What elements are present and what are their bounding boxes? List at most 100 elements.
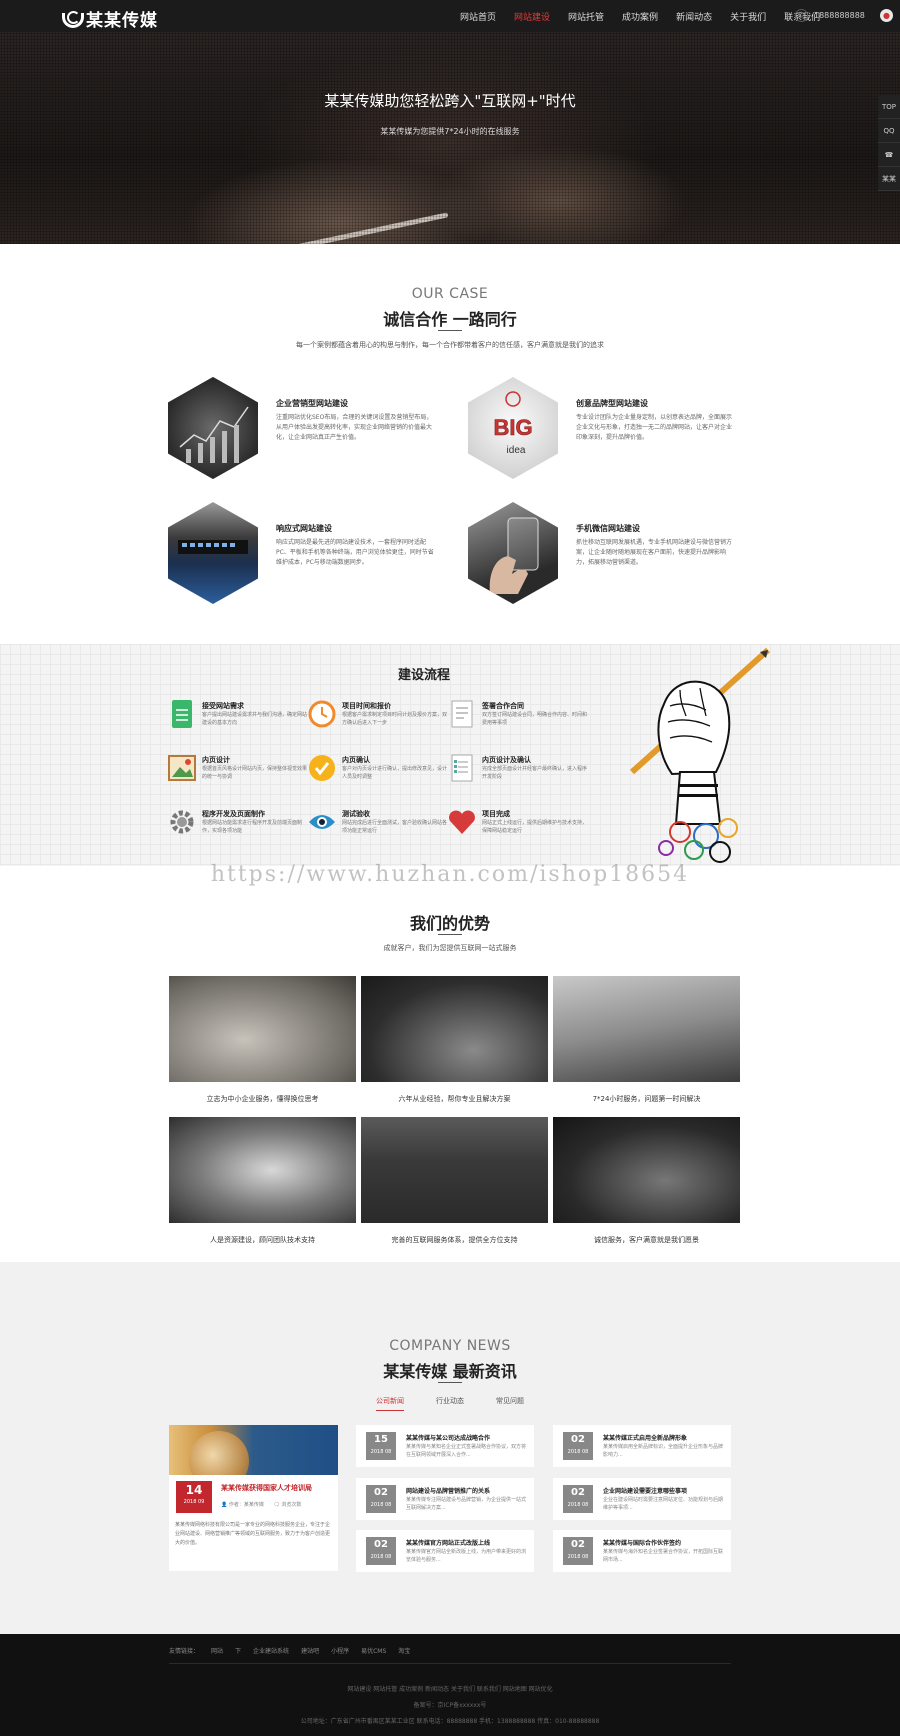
- advantage-image: [361, 976, 548, 1082]
- footer-divider: [169, 1663, 731, 1664]
- process-step: 签署合作合同 双方签订网站建设合同，明确合作内容、时间和费用等事项: [448, 700, 588, 740]
- footer-icp: 备案号：京ICP备xxxxxx号: [413, 1702, 487, 1709]
- advantages-subtitle: 成就客户，我们为您提供互联网一站式服务: [383, 944, 517, 952]
- friend-link[interactable]: 建站吧: [301, 1646, 319, 1655]
- views-icon: 🗨: [273, 1502, 280, 1508]
- section-divider: [438, 1382, 462, 1383]
- svg-text:BIG: BIG: [493, 415, 532, 440]
- case-desc: 注重网站优化SEO布局，合理的关键词设置及营销型布局，从用户体验出发提高转化率，…: [276, 414, 433, 441]
- case-card[interactable]: 响应式网站建设 响应式网站是最先进的网站建设技术，一套程序同时适配PC、平板和手…: [168, 502, 458, 612]
- chart-icon: [168, 377, 258, 479]
- date-year-month: 2018 08: [370, 1554, 392, 1560]
- tab-company-news[interactable]: 公司新闻: [376, 1396, 404, 1411]
- phone-icon[interactable]: ☎: [878, 143, 900, 167]
- nav-item-home[interactable]: 网站首页: [460, 10, 496, 23]
- checklist-icon: [448, 754, 476, 782]
- news-item[interactable]: 02 2018 08 某某传媒与国际合作伙伴签约 某某传媒与海外知名企业签署合作协…: [553, 1530, 731, 1572]
- case-title: 创意品牌型网站建设: [576, 399, 648, 408]
- process-step: 项目完成 网站正式上线运行，提供后期维护与技术支持，保障网站稳定运行: [448, 808, 588, 848]
- advantages-title: 我们的优势: [409, 914, 490, 933]
- nav-item-hosting[interactable]: 网站托管: [568, 10, 604, 23]
- process-section: 建设流程 接受网站需求 客户提出网站建设需求并与我们沟通，确定网站建设的基本方向…: [0, 644, 900, 866]
- date-day: 02: [571, 1539, 585, 1550]
- advantage-card[interactable]: 诚信服务，客户满意就是我们愿景: [553, 1117, 740, 1245]
- advantage-caption: 人是资源建设，顾问团队技术支持: [210, 1236, 315, 1244]
- nav-item-cases[interactable]: 成功案例: [622, 10, 658, 23]
- process-step-name: 内页设计: [202, 756, 230, 764]
- section-divider: [438, 330, 462, 331]
- news-item[interactable]: 02 2018 08 某某传媒官方网站正式改版上线 某某传媒官方网站全新改版上线，…: [356, 1530, 534, 1572]
- nav-item-about[interactable]: 关于我们: [730, 10, 766, 23]
- featured-news[interactable]: 14 2018 09 某某传媒获得国家人才培训局 👤 作者：某某传媒 🗨 浏览次…: [169, 1425, 338, 1571]
- friend-links-label: 友情链接：: [169, 1648, 200, 1655]
- phone-number: 1888888888: [814, 11, 865, 20]
- tab-faq[interactable]: 常见问题: [496, 1396, 524, 1411]
- case-section-subtitle: 每一个案例都蕴含着用心的构思与制作，每一个合作都带着客户的信任感，客户满意就是我…: [296, 341, 604, 349]
- document-icon: [168, 700, 196, 728]
- news-item[interactable]: 02 2018 08 某某传媒正式启用全新品牌形象 某某传媒启用全新品牌标识，全面…: [553, 1425, 731, 1467]
- friend-link[interactable]: 小程序: [331, 1646, 349, 1655]
- case-title: 响应式网站建设: [276, 524, 332, 533]
- news-section: COMPANY NEWS 某某传媒 最新资讯 公司新闻 行业动态 常见问题 14…: [0, 1262, 900, 1634]
- nav-item-website-build[interactable]: 网站建设: [514, 10, 550, 23]
- header-phone: ✆ 1888888888: [795, 9, 865, 22]
- date-day: 15: [374, 1434, 388, 1445]
- advantage-card[interactable]: 六年从业经验，帮你专业且解决方案: [361, 976, 548, 1104]
- logo-icon: [62, 10, 84, 28]
- news-tabs: 公司新闻 行业动态 常见问题: [0, 1396, 900, 1411]
- gear-icon: [168, 808, 196, 836]
- big-idea-icon: BIG idea: [468, 377, 558, 479]
- advantage-card[interactable]: 立志为中小企业服务，懂得换位思考: [169, 976, 356, 1104]
- case-title: 手机微信网站建设: [576, 524, 640, 533]
- case-title: 企业营销型网站建设: [276, 399, 348, 408]
- friend-link[interactable]: 网站: [211, 1646, 223, 1655]
- date-year-month: 2018 08: [370, 1449, 392, 1455]
- process-step-name: 程序开发及页面制作: [202, 810, 265, 818]
- check-badge-icon: [308, 754, 336, 782]
- process-step-name: 项目时间和报价: [342, 702, 391, 710]
- case-card[interactable]: 手机微信网站建设 抓住移动互联网发展机遇，专业手机网站建设与微信营销方案，让企业…: [468, 502, 758, 612]
- case-card[interactable]: BIG idea 创意品牌型网站建设 专业设计团队为企业量身定制，以创意表达品牌，…: [468, 377, 758, 487]
- banner-title: 某某传媒助您轻松跨入"互联网+"时代: [324, 92, 576, 110]
- process-step: 测试验收 网站完成后进行全面测试，客户验收确认网站各项功能正常运行: [308, 808, 448, 848]
- process-step-desc: 根据客户需求制定项目时间计划及报价方案，双方确认后进入下一步: [342, 712, 448, 726]
- process-step-desc: 根据网站功能需求进行程序开发及前端页面制作，实现各项功能: [202, 820, 303, 834]
- news-excerpt: 某某传媒专注网站建设与品牌营销，为企业提供一站式互联网解决方案...: [406, 1497, 527, 1511]
- advantage-card[interactable]: 7*24小时服务，问题第一时间解决: [553, 976, 740, 1104]
- news-item[interactable]: 02 2018 08 网站建设与品牌营销推广的关系 某某传媒专注网站建设与品牌营销…: [356, 1478, 534, 1520]
- news-excerpt: 某某传媒启用全新品牌标识，全面提升企业形象与品牌影响力...: [603, 1444, 724, 1458]
- logo-text: 某某传媒: [86, 11, 158, 31]
- back-to-top-button[interactable]: TOP: [878, 95, 900, 119]
- advantage-card[interactable]: 人是资源建设，顾问团队技术支持: [169, 1117, 356, 1245]
- featured-news-meta: 👤 作者：某某传媒 🗨 浏览次数: [221, 1501, 301, 1508]
- case-card[interactable]: 企业营销型网站建设 注重网站优化SEO布局，合理的关键词设置及营销型布局，从用户…: [168, 377, 458, 487]
- news-item[interactable]: 02 2018 08 企业网站建设需要注意哪些事项 企业在建设网站时需要注意网站定…: [553, 1478, 731, 1520]
- advantage-image: [169, 1117, 356, 1223]
- process-step-name: 内页设计及确认: [482, 756, 531, 764]
- contract-icon: [448, 700, 476, 728]
- featured-news-text: 某某传媒网络科技有限公司是一家专业的网络科技服务企业，专注于企业网站建设、网络营…: [175, 1522, 331, 1546]
- news-title: 某某传媒与国际合作伙伴签约: [603, 1540, 682, 1547]
- section-divider: [438, 934, 462, 935]
- friend-link[interactable]: 易优CMS: [361, 1646, 386, 1655]
- logo[interactable]: 某某传媒: [62, 6, 158, 31]
- qq-icon[interactable]: QQ: [878, 119, 900, 143]
- advantage-caption: 7*24小时服务，问题第一时间解决: [592, 1095, 701, 1103]
- network-switch-icon: [168, 502, 258, 604]
- date-day: 02: [374, 1487, 388, 1498]
- date-year-month: 2018 08: [567, 1502, 589, 1508]
- advantage-card[interactable]: 完善的互联网服务体系，提供全方位支持: [361, 1117, 548, 1245]
- user-icon[interactable]: ●: [880, 9, 893, 22]
- friend-link[interactable]: 淘宝: [398, 1646, 410, 1655]
- nav-item-news[interactable]: 新闻动态: [676, 10, 712, 23]
- friend-link[interactable]: 企业建站系统: [253, 1646, 289, 1655]
- news-title: 网站建设与品牌营销推广的关系: [406, 1488, 491, 1495]
- news-date: 02 2018 08: [563, 1537, 593, 1565]
- featured-news-title[interactable]: 某某传媒获得国家人才培训局: [221, 1483, 333, 1493]
- footer-nav-links[interactable]: 网站建设 网站托管 成功案例 新闻动态 关于我们 联系我们 网站地图 网站优化: [0, 1684, 900, 1693]
- news-excerpt: 某某传媒官方网站全新改版上线，为用户带来更好的浏览体验与服务...: [406, 1549, 527, 1563]
- friend-link[interactable]: 下: [235, 1646, 241, 1655]
- tab-industry-news[interactable]: 行业动态: [436, 1396, 464, 1411]
- news-item[interactable]: 15 2018 08 某某传媒与某公司达成战略合作 某某传媒与某知名企业正式签署战…: [356, 1425, 534, 1467]
- wechat-icon[interactable]: 某某: [878, 167, 900, 191]
